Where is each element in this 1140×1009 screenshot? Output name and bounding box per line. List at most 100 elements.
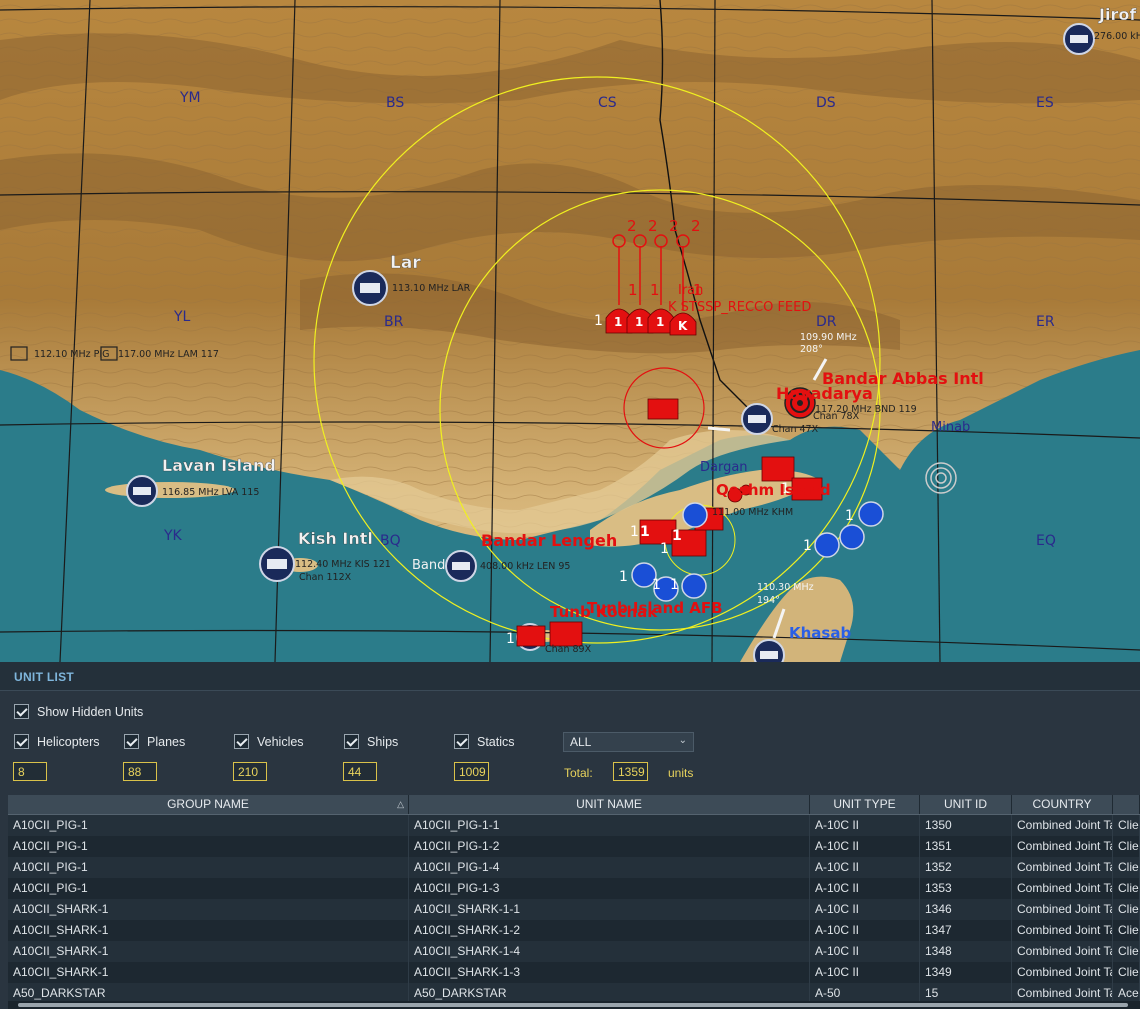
grid-label-cs: CS — [598, 95, 617, 111]
units-label: units — [668, 766, 694, 780]
place-tunb-kochak: Tunb Kochak — [550, 603, 658, 621]
show-hidden-units-checkbox[interactable]: Show Hidden Units — [14, 704, 143, 719]
checkbox-icon[interactable] — [234, 734, 249, 749]
table-row[interactable]: A10CII_SHARK-1 A10CII_SHARK-1-4 A-10C II 13… — [8, 941, 1140, 962]
lar-airfield-icon[interactable] — [352, 270, 388, 306]
khasab-airfield-icon[interactable] — [753, 639, 785, 662]
header-extra[interactable] — [1113, 795, 1140, 814]
grid-label-bs: BS — [386, 95, 404, 111]
planes-checkbox[interactable]: Planes — [124, 734, 185, 749]
map-view[interactable]: YM BS CS DS ES YL BR DR ER YK BQ EQ 2 2 … — [0, 0, 1140, 662]
country-cell: Combined Joint Ta — [1012, 815, 1113, 836]
svg-text:1: 1 — [672, 528, 682, 544]
jiroft-freq: 276.00 kHz — [1094, 31, 1140, 42]
sort-ascending-icon: △ — [397, 799, 404, 809]
extra-cell: Clie — [1113, 920, 1140, 941]
group-name-cell: A10CII_PIG-1 — [8, 836, 409, 857]
lar-freq: 113.10 MHz LAR — [392, 283, 471, 294]
country-cell: Combined Joint Ta — [1012, 962, 1113, 983]
lengeh-airfield-icon[interactable] — [445, 550, 477, 582]
checkbox-icon[interactable] — [344, 734, 359, 749]
group-name-cell: A10CII_SHARK-1 — [8, 920, 409, 941]
checkbox-icon[interactable] — [14, 704, 29, 719]
kish-airfield-icon[interactable] — [259, 546, 295, 582]
group-name-cell: A10CII_SHARK-1 — [8, 962, 409, 983]
checkbox-icon[interactable] — [124, 734, 139, 749]
coalition-select[interactable]: ALL ⌄ — [563, 732, 694, 752]
vehicles-checkbox[interactable]: Vehicles — [234, 734, 304, 749]
table-row[interactable]: A10CII_SHARK-1 A10CII_SHARK-1-3 A-10C II 13… — [8, 962, 1140, 983]
extra-cell: Clie — [1113, 899, 1140, 920]
checkbox-icon[interactable] — [454, 734, 469, 749]
place-lavan: Lavan Island — [162, 456, 276, 475]
group-name-cell: A10CII_PIG-1 — [8, 815, 409, 836]
country-cell: Combined Joint Ta — [1012, 836, 1113, 857]
grid-label-ym: YM — [179, 90, 201, 106]
unit-type-cell: A-10C II — [810, 941, 920, 962]
ships-count: 44 — [343, 762, 377, 781]
unit-type-cell: A-10C II — [810, 920, 920, 941]
header-group-name[interactable]: GROUP NAME △ — [8, 795, 409, 814]
table-header: GROUP NAME △ UNIT NAME UNIT TYPE UNIT ID… — [8, 795, 1140, 815]
header-country[interactable]: COUNTRY — [1012, 795, 1113, 814]
statics-checkbox[interactable]: Statics — [454, 734, 515, 749]
unit-type-cell: A-10C II — [810, 899, 920, 920]
scrollbar-thumb[interactable] — [18, 1003, 1128, 1007]
place-dargan: Dargan — [700, 460, 748, 475]
kish-chan: Chan 112X — [299, 572, 352, 583]
extra-cell: Clie — [1113, 857, 1140, 878]
checkbox-icon[interactable] — [14, 734, 29, 749]
grid-label-yk: YK — [163, 528, 183, 544]
unit-table[interactable]: GROUP NAME △ UNIT NAME UNIT TYPE UNIT ID… — [8, 795, 1140, 1009]
tunb-chan: Chan 89X — [545, 644, 592, 655]
table-row[interactable]: A10CII_PIG-1 A10CII_PIG-1-1 A-10C II 1350 Co… — [8, 815, 1140, 836]
lavan-airfield-icon[interactable] — [126, 475, 158, 507]
table-body: A10CII_PIG-1 A10CII_PIG-1-1 A-10C II 1350 Co… — [8, 815, 1140, 1004]
lengeh-freq: 408.00 kHz LEN 95 — [480, 561, 570, 572]
svg-text:1: 1 — [660, 541, 669, 557]
svg-text:K: K — [678, 319, 688, 333]
helicopters-count: 8 — [13, 762, 47, 781]
header-unit-id[interactable]: UNIT ID — [920, 795, 1012, 814]
extra-cell: Clie — [1113, 836, 1140, 857]
place-lar: Lar — [390, 253, 421, 273]
horizontal-scrollbar[interactable] — [8, 1001, 1140, 1009]
table-row[interactable]: A10CII_SHARK-1 A10CII_SHARK-1-1 A-10C II 13… — [8, 899, 1140, 920]
svg-text:1: 1 — [845, 508, 854, 524]
grid-label-ds: DS — [816, 95, 836, 111]
svg-text:2: 2 — [627, 217, 637, 235]
svg-text:1: 1 — [594, 313, 603, 329]
table-row[interactable]: A10CII_PIG-1 A10CII_PIG-1-2 A-10C II 1351 Co… — [8, 836, 1140, 857]
unit-id-cell: 1349 — [920, 962, 1012, 983]
extra-cell: Clie — [1113, 878, 1140, 899]
unit-name-cell: A10CII_PIG-1-2 — [409, 836, 810, 857]
svg-text:1: 1 — [628, 281, 638, 299]
grid-label-er: ER — [1036, 314, 1055, 330]
ships-checkbox[interactable]: Ships — [344, 734, 398, 749]
svg-text:2: 2 — [648, 217, 658, 235]
svg-text:1: 1 — [650, 281, 660, 299]
unit-name-cell: A10CII_PIG-1-1 — [409, 815, 810, 836]
place-minab: Minab — [931, 420, 970, 435]
havadarya-chan: Chan 47X — [772, 424, 819, 435]
vehicles-count: 210 — [233, 762, 267, 781]
country-cell: Combined Joint Ta — [1012, 941, 1113, 962]
lavan-freq: 116.85 MHz LVA 115 — [162, 487, 259, 498]
havadarya-airfield-icon[interactable] — [741, 403, 773, 435]
helicopters-checkbox[interactable]: Helicopters — [14, 734, 100, 749]
grid-label-yl: YL — [173, 309, 191, 325]
country-cell: Combined Joint Ta — [1012, 878, 1113, 899]
table-row[interactable]: A10CII_PIG-1 A10CII_PIG-1-3 A-10C II 1353 Co… — [8, 878, 1140, 899]
header-unit-name[interactable]: UNIT NAME — [409, 795, 810, 814]
header-unit-type[interactable]: UNIT TYPE — [810, 795, 920, 814]
header-label: UNIT NAME — [576, 797, 642, 811]
unit-id-cell: 1351 — [920, 836, 1012, 857]
jiroft-airfield-icon[interactable] — [1063, 23, 1095, 55]
grid-label-es: ES — [1036, 95, 1054, 111]
table-row[interactable]: A10CII_PIG-1 A10CII_PIG-1-4 A-10C II 1352 Co… — [8, 857, 1140, 878]
total-count: 1359 — [613, 762, 648, 781]
table-row[interactable]: A10CII_SHARK-1 A10CII_SHARK-1-2 A-10C II 13… — [8, 920, 1140, 941]
map-canvas[interactable]: YM BS CS DS ES YL BR DR ER YK BQ EQ 2 2 … — [0, 0, 1140, 662]
kish-freq: 112.40 MHz KIS 121 — [295, 559, 391, 570]
svg-text:1: 1 — [614, 315, 622, 329]
